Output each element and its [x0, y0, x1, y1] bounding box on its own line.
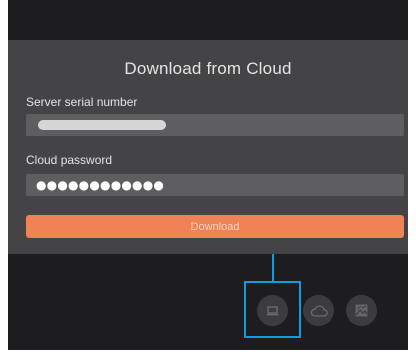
download-button[interactable]: Download — [26, 215, 404, 238]
dialog-title: Download from Cloud — [124, 59, 292, 78]
cloud-button[interactable] — [303, 295, 334, 326]
highlight-connector-line — [272, 254, 274, 282]
masked-serial-value — [38, 120, 166, 130]
cloud-password-field[interactable]: ●●●●●●●●●●●● — [26, 174, 404, 196]
laptop-button[interactable] — [257, 295, 288, 326]
cloud-password-label: Cloud password — [26, 153, 113, 167]
serial-number-label: Server serial number — [26, 95, 138, 109]
laptop-icon — [266, 305, 279, 315]
image-button[interactable] — [346, 295, 377, 326]
download-from-cloud-dialog: Download from Cloud Server serial number… — [8, 40, 408, 254]
image-icon — [355, 304, 368, 317]
password-value: ●●●●●●●●●●●● — [36, 178, 165, 192]
serial-number-field[interactable] — [26, 114, 404, 136]
cloud-icon — [310, 305, 328, 317]
